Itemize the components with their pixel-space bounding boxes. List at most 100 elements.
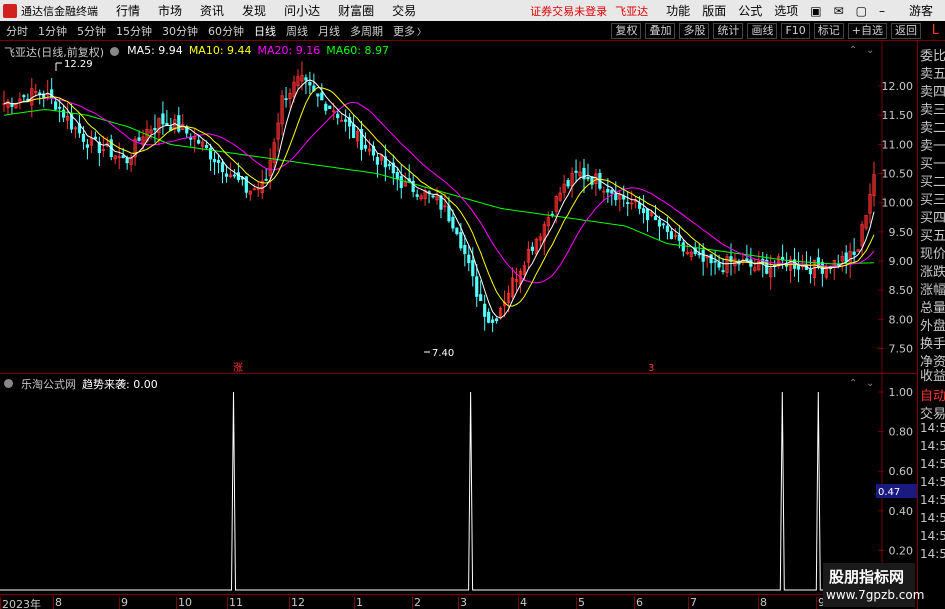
btn-multi-stock[interactable]: 多股 (679, 23, 710, 39)
candle-body (709, 254, 713, 264)
x-tick: 12 (289, 596, 305, 609)
period-5min[interactable]: 5分钟 (77, 23, 106, 39)
x-tick: 5 (576, 596, 585, 609)
auto-toggle[interactable]: 自动 (920, 385, 945, 404)
message-icon[interactable]: ✉ (834, 4, 844, 18)
candle-body (701, 249, 705, 262)
candle-body (467, 254, 471, 264)
candle-body (447, 205, 451, 222)
candle-body (54, 101, 58, 110)
ma60-value: MA60: 8.97 (326, 44, 389, 57)
y-tick-label: 8.00 (889, 313, 914, 326)
candle-body (351, 124, 356, 139)
candle-body (495, 318, 499, 322)
period-more-label: 更多 (393, 24, 415, 38)
candle-body (681, 242, 685, 252)
candle-body (177, 115, 181, 132)
period-tick[interactable]: 分时 (6, 23, 28, 39)
candle-body (431, 195, 435, 198)
candle-body (697, 253, 701, 256)
corner-label[interactable]: L (932, 21, 939, 41)
candle-body (836, 263, 840, 266)
period-1min[interactable]: 1分钟 (38, 23, 67, 39)
candle-body (212, 159, 217, 163)
candle-body (161, 113, 165, 125)
site-watermark: 股朋指标网 www.7gpzb.com (823, 563, 924, 607)
sub-y-tick-label: 0.40 (889, 505, 914, 518)
candle-body (451, 216, 455, 229)
x-tick: 4 (518, 596, 527, 609)
menu-layout[interactable]: 版面 (702, 2, 726, 19)
menu-ask[interactable]: 问小达 (284, 2, 320, 19)
candle-body (125, 157, 129, 164)
candle-body (463, 244, 467, 255)
menu-trade[interactable]: 交易 (392, 2, 416, 19)
settings-gear-icon[interactable] (110, 44, 121, 60)
candle-body (721, 270, 725, 273)
indicator-chart[interactable]: 1.00 0.80 0.60 0.40 0.20 0.47 ⌃ ⌄ (0, 374, 917, 594)
btn-overlay[interactable]: 叠加 (645, 23, 676, 39)
candle-body (614, 192, 618, 201)
ma10-line (3, 86, 875, 307)
window-icon[interactable]: ▢ (856, 4, 867, 18)
menu-quotes[interactable]: 行情 (116, 2, 140, 19)
period-weekly[interactable]: 周线 (286, 23, 308, 39)
menu-function[interactable]: 功能 (666, 2, 690, 19)
candle-body (653, 216, 658, 221)
candle-body (586, 176, 590, 180)
event-marker-1: 涨 (233, 362, 243, 374)
candle-body (308, 81, 312, 86)
btn-draw[interactable]: 画线 (747, 23, 778, 39)
trade-tab[interactable]: 交易 (920, 403, 945, 422)
main-legend: 飞亚达(日线,前复权) MA5: 9.94 MA10: 9.44 MA20: 9… (4, 44, 389, 60)
menu-news[interactable]: 资讯 (200, 2, 224, 19)
candle-body (264, 179, 268, 181)
tick-time: 14:5 (920, 457, 945, 471)
sub-y-tick-label: 1.00 (889, 386, 914, 399)
period-60min[interactable]: 60分钟 (208, 23, 244, 39)
btn-mark[interactable]: 标记 (813, 23, 844, 39)
quote-label: 涨跌 (920, 265, 945, 280)
menu-wealth[interactable]: 财富圈 (338, 2, 374, 19)
btn-f10[interactable]: F10 (781, 23, 810, 39)
tick-time: 14:5 (920, 493, 945, 507)
period-more[interactable]: 更多〉 (393, 23, 426, 39)
sub-chevron-down-icon: ⌄ (866, 378, 874, 389)
login-warning[interactable]: 证券交易未登录 (530, 3, 607, 19)
candle-body (491, 319, 495, 323)
tick-time: 14:5 (920, 529, 945, 543)
candle-body (205, 144, 209, 148)
y-tick-label: 11.00 (882, 138, 914, 151)
menu-discover[interactable]: 发现 (242, 2, 266, 19)
sub-settings-gear-icon[interactable] (4, 376, 15, 392)
quote-label: 总量 (920, 301, 945, 316)
btn-stats[interactable]: 统计 (713, 23, 744, 39)
period-multi[interactable]: 多周期 (350, 23, 383, 39)
chart-title: 飞亚达(日线,前复权) (4, 46, 105, 59)
ma20-value: MA20: 9.16 (257, 44, 321, 57)
btn-add-watchlist[interactable]: +自选 (847, 23, 887, 39)
btn-rights[interactable]: 复权 (611, 23, 642, 39)
tick-time: 14:5 (920, 475, 945, 489)
menu-formula[interactable]: 公式 (738, 2, 762, 19)
menu-market[interactable]: 市场 (158, 2, 182, 19)
period-monthly[interactable]: 月线 (318, 23, 340, 39)
candle-body (415, 194, 419, 197)
skin-icon[interactable]: ▣ (810, 4, 821, 18)
candle-body (471, 260, 475, 277)
period-30min[interactable]: 30分钟 (162, 23, 198, 39)
period-15min[interactable]: 15分钟 (116, 23, 152, 39)
candlestick-chart[interactable]: 12.00 11.50 11.00 10.50 10.00 9.50 9.00 8.50 8.0… (0, 41, 917, 374)
menu-options[interactable]: 选项 (774, 2, 798, 19)
candle-body (665, 225, 670, 232)
period-daily[interactable]: 日线 (254, 23, 276, 39)
guest-label[interactable]: 游客 (909, 2, 933, 19)
ma5-value: MA5: 9.94 (127, 44, 183, 57)
candle-body (395, 172, 399, 180)
minimize-icon[interactable]: – (879, 4, 885, 18)
x-tick: 9 (119, 596, 128, 609)
quote-label: 现价 (920, 247, 945, 262)
candle-body (487, 311, 491, 323)
btn-back[interactable]: 返回 (891, 23, 921, 39)
y-tick-label: 9.00 (889, 255, 914, 268)
